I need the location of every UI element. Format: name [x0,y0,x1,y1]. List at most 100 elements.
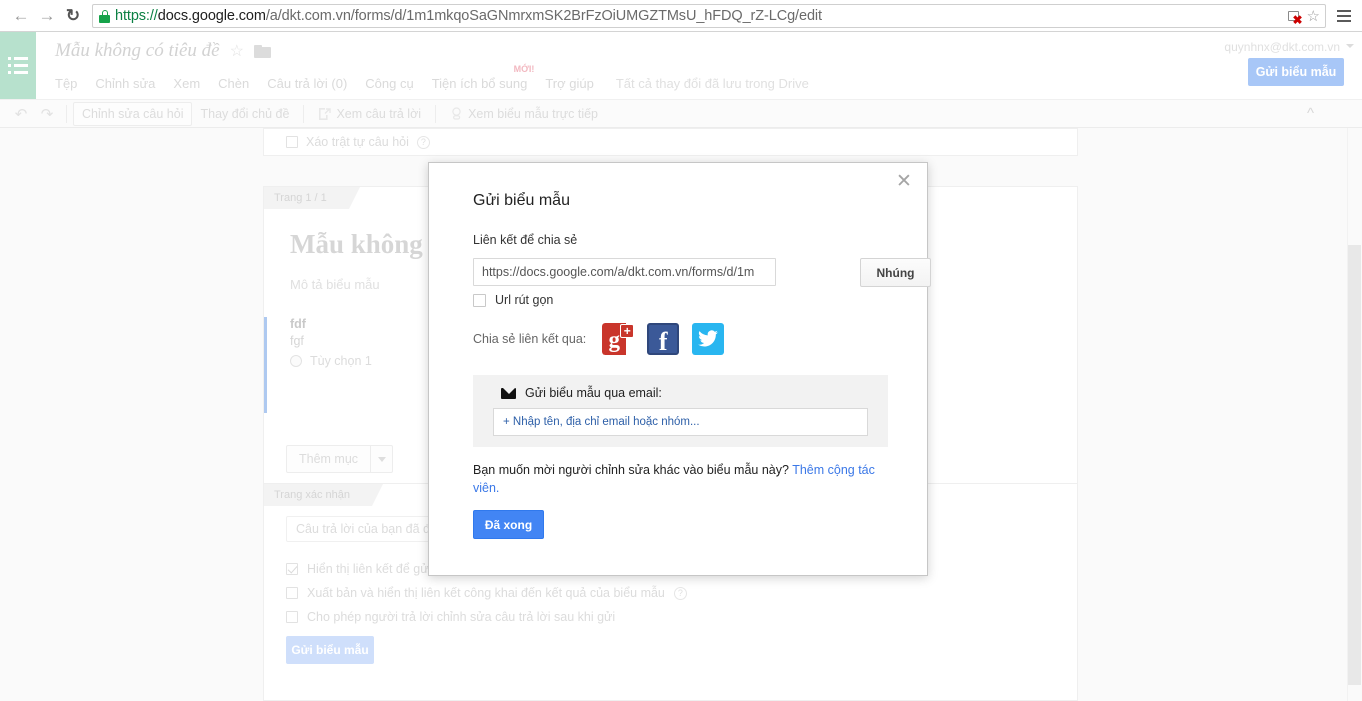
confirm-option-label: Hiển thị liên kết để gử [307,562,429,576]
star-icon[interactable]: ☆ [1307,9,1320,24]
checkbox-icon[interactable] [286,587,298,599]
menu-item-help[interactable]: Trợ giúp [545,74,594,93]
google-plus-share-icon[interactable]: g + [602,323,635,355]
toolbar-divider [435,104,437,123]
page-scrollbar-track[interactable] [1347,128,1362,701]
back-arrow-icon[interactable]: ← [8,3,34,29]
external-link-icon [318,107,332,120]
question-option-label: Tùy chọn 1 [310,354,372,368]
question-subtitle: fgf [290,334,304,348]
tab-change-theme[interactable]: Thay đổi chủ đề [192,103,297,125]
confirm-option-show-link[interactable]: Hiển thị liên kết để gử [286,562,429,576]
question-option-row[interactable]: Tùy chọn 1 [290,354,372,368]
email-recipients-input[interactable]: + Nhập tên, địa chỉ email hoặc nhóm... [493,408,868,436]
tab-view-live-form-label: Xem biểu mẫu trực tiếp [468,106,599,121]
question-title: fdf [290,317,306,331]
chevron-down-icon[interactable] [1346,44,1354,48]
checkbox-icon[interactable] [286,611,298,623]
close-icon[interactable]: ✕ [895,172,913,193]
undo-icon[interactable]: ↶ [8,103,34,125]
confirmation-message-text: Câu trả lời của bạn đã đ [296,522,430,536]
tab-view-responses-label: Xem câu trả lời [336,106,422,121]
forms-header: Mẫu không có tiêu đề ☆ Tệp Chỉnh sửa Xem… [0,32,1362,99]
menu-bar: Tệp Chỉnh sửa Xem Chèn Câu trả lời (0) C… [55,64,809,93]
menu-item-insert[interactable]: Chèn [218,74,258,93]
short-url-checkbox[interactable] [473,293,486,307]
forward-arrow-icon[interactable]: → [34,3,60,29]
star-icon[interactable]: ☆ [230,41,244,61]
collaborator-prompt-text: Bạn muốn mời người chỉnh sửa khác vào bi… [473,463,793,477]
tab-edit-questions[interactable]: Chỉnh sửa câu hỏi [73,101,193,126]
confirm-option-publish-results[interactable]: Xuất bản và hiển thị liên kết công khai … [286,586,687,600]
checkbox-checked-icon[interactable] [286,563,298,575]
facebook-share-icon[interactable]: f [647,323,680,355]
send-form-dialog: ✕ Gửi biểu mẫu Liên kết để chia sẻ https… [428,162,931,576]
address-bar[interactable]: https://docs.google.com/a/dkt.com.vn/for… [92,4,1326,28]
add-item-button[interactable]: Thêm mục [286,445,394,473]
url-host: docs.google.com [157,8,266,24]
menu-item-tools[interactable]: Công cụ [365,74,422,93]
toolbar-divider [66,104,67,123]
short-url-row[interactable]: Url rút gọn [473,293,553,307]
shuffle-option-row[interactable]: Xáo trật tự câu hỏi ? [286,135,430,149]
shuffle-checkbox[interactable] [286,136,298,148]
add-item-dropdown[interactable] [370,446,392,472]
chevron-down-icon [377,456,386,462]
url-path: /a/dkt.com.vn/forms/d/1m1mkqoSaGNmrxmSK2… [265,8,822,24]
radio-icon[interactable] [290,355,302,367]
share-via-label: Chia sẻ liên kết qua: [473,332,587,346]
share-link-label: Liên kết để chia sẻ [473,233,578,247]
dialog-title: Gửi biểu mẫu [473,192,570,209]
new-badge: MỚI! [513,64,535,74]
share-link-row: https://docs.google.com/a/dkt.com.vn/for… [473,258,931,287]
send-form-button[interactable]: Gửi biểu mẫu [1248,58,1344,86]
drive-save-status: Tất cả thay đổi đã lưu trong Drive [615,76,809,91]
social-share-row: Chia sẻ liên kết qua: g + f [473,323,725,355]
document-title-row: Mẫu không có tiêu đề ☆ [55,40,271,62]
account-email[interactable]: quynhnx@dkt.com.vn [1224,40,1340,54]
confirmation-tab-label: Trang xác nhận [264,484,384,506]
page-scrollbar-thumb[interactable] [1348,245,1361,685]
url-text: https://docs.google.com/a/dkt.com.vn/for… [115,8,822,24]
question-accent-bar [264,317,267,413]
shuffle-card: Xáo trật tự câu hỏi ? [263,128,1078,156]
collapse-chevron-up-icon[interactable]: ^ [1307,105,1314,122]
menu-item-responses[interactable]: Câu trả lời (0) [267,74,356,93]
editor-toolbar: ↶ ↷ Chỉnh sửa câu hỏi Thay đổi chủ đề Xe… [0,99,1362,128]
blocked-content-icon[interactable]: ✖ [1287,10,1303,26]
menu-item-addons-label: Tiện ích bổ sung [431,76,528,91]
shuffle-label: Xáo trật tự câu hỏi [306,135,409,149]
browser-toolbar: ← → ↻ https://docs.google.com/a/dkt.com.… [0,0,1362,32]
form-description[interactable]: Mô tả biểu mẫu [290,277,380,292]
share-link-input[interactable]: https://docs.google.com/a/dkt.com.vn/for… [473,258,776,286]
collaborator-prompt: Bạn muốn mời người chỉnh sửa khác vào bi… [473,461,893,497]
page-title[interactable]: Mẫu không có tiêu đề [55,40,220,62]
menu-item-file[interactable]: Tệp [55,74,86,93]
email-send-panel: Gửi biểu mẫu qua email: + Nhập tên, địa … [473,375,888,447]
globe-link-icon [450,107,463,120]
tab-view-responses[interactable]: Xem câu trả lời [310,103,429,125]
menu-item-addons[interactable]: Tiện ích bổ sung MỚI! [431,64,537,93]
forms-list-icon[interactable] [0,32,36,99]
add-item-label: Thêm mục [299,452,359,466]
embed-button[interactable]: Nhúng [860,258,931,287]
send-form-button-bottom[interactable]: Gửi biểu mẫu [286,636,374,664]
envelope-icon [501,387,516,399]
twitter-share-icon[interactable] [692,323,725,355]
hamburger-menu-icon[interactable] [1334,4,1354,28]
confirm-option-allow-edit[interactable]: Cho phép người trả lời chỉnh sửa câu trả… [286,610,615,624]
menu-item-edit[interactable]: Chỉnh sửa [95,74,164,93]
confirm-option-label: Xuất bản và hiển thị liên kết công khai … [307,586,665,600]
page-tab-label: Trang 1 / 1 [264,187,360,209]
help-icon[interactable]: ? [416,135,430,149]
email-section-label: Gửi biểu mẫu qua email: [525,386,662,400]
redo-icon[interactable]: ↷ [34,103,60,125]
reload-icon[interactable]: ↻ [60,3,86,29]
secure-lock-icon [99,9,110,23]
done-button[interactable]: Đã xong [473,510,544,539]
menu-item-view[interactable]: Xem [173,74,209,93]
folder-icon[interactable] [253,44,271,58]
help-icon[interactable]: ? [673,586,687,600]
tab-view-live-form[interactable]: Xem biểu mẫu trực tiếp [442,103,606,125]
confirm-option-label: Cho phép người trả lời chỉnh sửa câu trả… [307,610,616,624]
